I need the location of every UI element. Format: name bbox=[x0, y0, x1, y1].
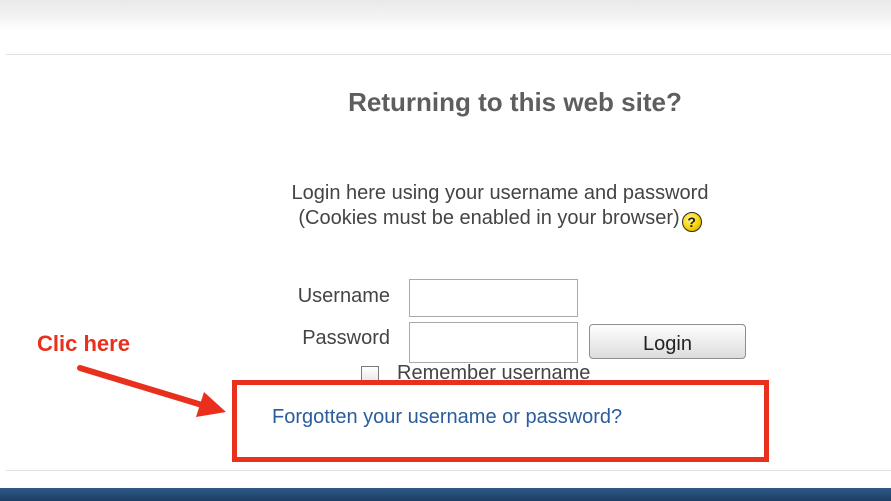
login-page: Returning to this web site? Login here u… bbox=[0, 0, 891, 501]
bottom-divider bbox=[6, 470, 891, 471]
red-arrow-icon bbox=[77, 365, 226, 417]
footer-bar bbox=[0, 488, 891, 501]
